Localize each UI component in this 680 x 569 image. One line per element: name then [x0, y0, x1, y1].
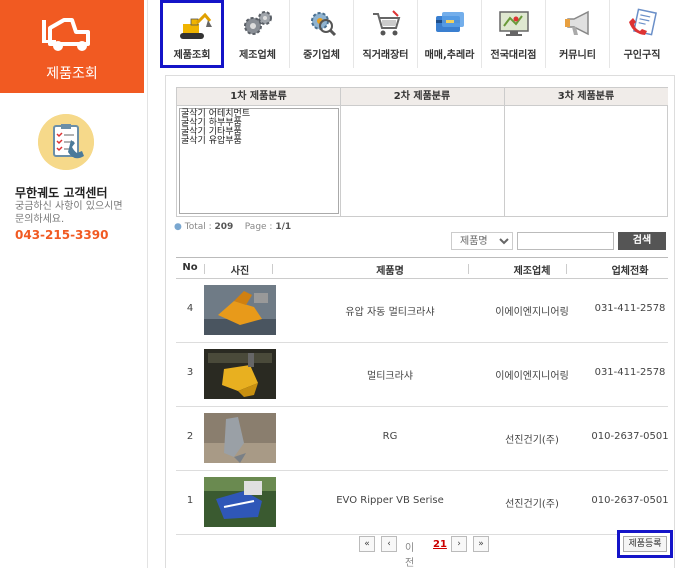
category-2-header: 2차 제품분류	[340, 88, 504, 106]
sidebar-header: 제품조회	[0, 0, 144, 93]
product-table-header: No 사진 제품명 제조업체 업체전화	[176, 257, 668, 279]
divider	[566, 264, 567, 274]
search-field-select[interactable]: 제품명	[451, 232, 513, 250]
row-no: 1	[186, 495, 194, 506]
main-panel: 1차 제품분류 2차 제품분류 3차 제품분류 굴삭기 어테치먼트 굴삭기 하부…	[165, 75, 675, 569]
excavator-icon	[180, 12, 212, 39]
product-tel: 031-411-2578	[594, 367, 666, 378]
shopping-cart-icon	[373, 10, 401, 36]
megaphone-icon	[565, 10, 589, 36]
category-1-listbox[interactable]: 굴삭기 어테치먼트 굴삭기 하부부품 굴삭기 기타부품 굴삭기 유압부품	[179, 108, 339, 214]
product-tel: 031-411-2578	[594, 303, 666, 314]
register-product-highlight: 제품등록	[617, 530, 673, 558]
product-photo[interactable]	[204, 413, 276, 463]
nav-label: 커뮤니티	[559, 50, 596, 61]
nav-item-manufacturers[interactable]: 제조업체	[226, 0, 290, 68]
table-row[interactable]: 1 EVO Ripper VB Serise 선진건기(주) 010-2637-…	[176, 471, 669, 535]
row-no: 4	[186, 303, 194, 314]
phone-document-icon	[629, 8, 657, 36]
nav-item-trade-trailer[interactable]: 매매,추레라	[418, 0, 482, 68]
table-row[interactable]: 3 멀티크라샤 이에이엔지니어링 031-411-2578	[176, 343, 668, 407]
prev-page-button[interactable]: ‹	[381, 536, 397, 552]
forklift-icon	[42, 18, 90, 51]
customer-center-desc: 궁금하신 사항이 있으시면 문의하세요.	[15, 201, 123, 225]
total-count: 209	[214, 222, 234, 232]
page-count: 1/1	[275, 222, 292, 232]
nav-label: 구인구직	[623, 50, 661, 61]
nav-item-heavy-equipment[interactable]: 중기업체	[290, 0, 354, 68]
product-photo[interactable]	[204, 285, 276, 335]
credit-card-icon	[436, 12, 464, 32]
col-photo: 사진	[230, 266, 250, 277]
col-no: No	[182, 262, 198, 273]
product-photo[interactable]	[204, 477, 276, 527]
current-page[interactable]: 21	[433, 539, 447, 550]
category-1-column: 굴삭기 어테치먼트 굴삭기 하부부품 굴삭기 기타부품 굴삭기 유압부품	[177, 106, 340, 217]
customer-center-title: 무한궤도 고객센터	[15, 186, 108, 200]
total-label: Total :	[184, 222, 212, 232]
phone-checklist-icon	[38, 114, 94, 170]
divider	[204, 264, 205, 274]
nav-item-community[interactable]: 커뮤니티	[546, 0, 610, 68]
table-row[interactable]: 2 RG 선진건기(주) 010-2637-0501	[176, 407, 669, 471]
table-row[interactable]: 4 유압 자동 멀티크라샤 이에이엔지니어링 031-411-2578	[176, 279, 668, 343]
divider	[272, 264, 273, 274]
info-icon: ●	[174, 222, 182, 232]
product-tel: 010-2637-0501	[591, 431, 669, 442]
search-button[interactable]: 검색	[618, 232, 666, 250]
sidebar-title: 제품조회	[46, 66, 98, 82]
customer-center-phone[interactable]: 043-215-3390	[15, 228, 108, 242]
product-name[interactable]: 유압 자동 멀티크라샤	[280, 303, 500, 318]
first-page-button[interactable]: «	[359, 536, 375, 552]
product-name[interactable]: RG	[280, 431, 500, 442]
row-no: 2	[186, 431, 194, 442]
col-tel: 업체전화	[611, 266, 649, 277]
nav-item-product-search[interactable]: 제품조회	[160, 0, 224, 68]
result-summary: ● Total : 209 Page : 1/1	[174, 222, 291, 232]
col-name: 제품명	[376, 266, 404, 277]
divider	[468, 264, 469, 274]
search-input[interactable]	[517, 232, 614, 250]
nav-item-jobs[interactable]: 구인구직	[610, 0, 674, 68]
category-2-listbox[interactable]	[340, 106, 504, 217]
nav-label: 중기업체	[303, 50, 340, 61]
product-tel: 010-2637-0501	[591, 495, 669, 506]
category-option[interactable]: 굴삭기 유압부품	[181, 137, 337, 146]
row-no: 3	[186, 367, 194, 378]
nav-item-dealers[interactable]: 전국대리점	[482, 0, 546, 68]
top-navigation: 제품조회 제조업체 중기업체 직거래장터 매매,추레라 전국대리점 커뮤니티 구…	[160, 0, 680, 68]
category-3-header: 3차 제품분류	[504, 88, 668, 106]
product-name[interactable]: EVO Ripper VB Serise	[280, 495, 500, 506]
nav-label: 직거래장터	[362, 50, 409, 61]
category-selector: 1차 제품분류 2차 제품분류 3차 제품분류 굴삭기 어테치먼트 굴삭기 하부…	[176, 87, 668, 217]
gear-magnifier-icon	[311, 12, 337, 37]
map-monitor-icon	[499, 11, 529, 36]
category-1-header: 1차 제품분류	[177, 88, 340, 106]
nav-item-direct-market[interactable]: 직거래장터	[354, 0, 418, 68]
nav-label: 제조업체	[239, 50, 276, 61]
nav-label: 전국대리점	[490, 50, 537, 61]
page-label: Page :	[244, 222, 273, 232]
category-3-listbox[interactable]	[504, 106, 668, 217]
last-page-button[interactable]: »	[473, 536, 489, 552]
sidebar: 제품조회 무한궤도 고객센터 궁금하신 사항이 있으시면 문의하세요. 043-…	[0, 0, 148, 568]
gears-icon	[244, 11, 272, 35]
nav-label: 매매,추레라	[424, 50, 475, 61]
product-name[interactable]: 멀티크라샤	[280, 367, 500, 382]
prev-text: 이전	[405, 543, 415, 569]
next-page-button[interactable]: ›	[451, 536, 467, 552]
register-product-button[interactable]: 제품등록	[623, 536, 667, 552]
nav-label: 제품조회	[173, 50, 211, 61]
product-photo[interactable]	[204, 349, 276, 399]
